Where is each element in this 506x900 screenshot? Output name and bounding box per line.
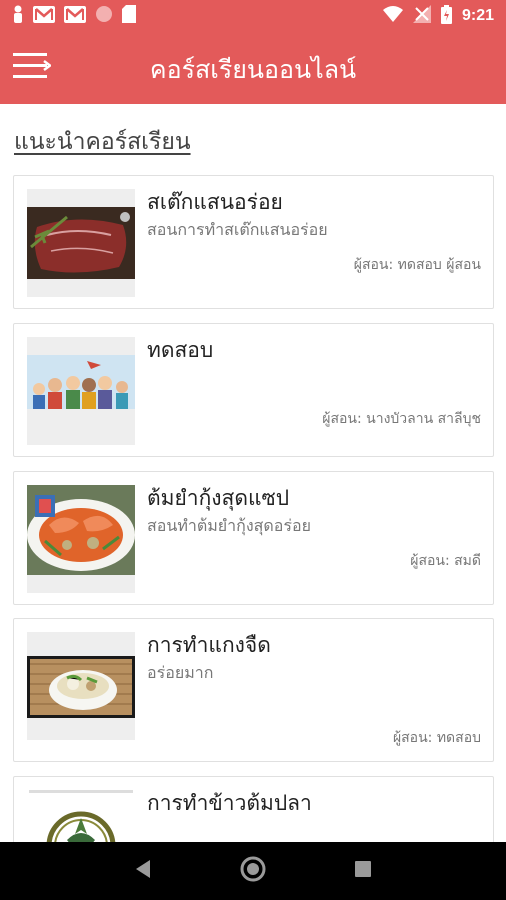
recents-icon[interactable]: [354, 860, 372, 882]
course-title: การทำแกงจืด: [147, 633, 271, 657]
back-icon[interactable]: [134, 859, 152, 883]
people-illustration-image: [27, 337, 135, 445]
course-title: ต้มยำกุ้งสุดแซป: [147, 486, 290, 510]
battery-icon: [440, 4, 452, 28]
system-nav-bar: [0, 842, 506, 900]
course-card[interactable]: ทดสอบ ผู้สอน: นางบัวลาน สาลีบุช: [13, 323, 494, 457]
sd-card-icon: [122, 5, 136, 27]
menu-icon: [13, 51, 53, 85]
clear-soup-image: [27, 632, 135, 740]
tom-yum-image: [27, 485, 135, 593]
course-subtitle: อร่อยมาก: [147, 663, 214, 682]
status-time: 9:21: [461, 7, 494, 24]
course-card[interactable]: การทำแกงจืด อร่อยมาก ผู้สอน: ทดสอบ: [13, 618, 494, 762]
wifi-icon: [382, 6, 403, 26]
course-title: สเต๊กแสนอร่อย: [147, 190, 283, 214]
menu-button[interactable]: [0, 32, 64, 104]
course-card[interactable]: ต้มยำกุ้งสุดแซป สอนทำต้มยำกุ้งสุดอร่อย ผ…: [13, 471, 494, 605]
emblem-image: [27, 790, 135, 842]
course-instructor: ผู้สอน: ทดสอบ: [392, 730, 481, 746]
course-subtitle: สอนการทำสเต๊กแสนอร่อย: [147, 220, 328, 239]
section-title: แนะนำคอร์สเรียน: [14, 129, 191, 155]
course-instructor: ผู้สอน: นางบัวลาน สาลีบุช: [322, 411, 481, 427]
course-title: ทดสอบ: [147, 338, 214, 362]
course-subtitle: สอนทำต้มยำกุ้งสุดอร่อย: [147, 516, 311, 535]
course-instructor: ผู้สอน: สมดี: [410, 553, 481, 569]
person-icon: [12, 5, 24, 27]
course-instructor: ผู้สอน: ทดสอบ ผู้สอน: [353, 257, 481, 273]
status-bar: 9:21: [0, 0, 506, 32]
circle-icon: [95, 5, 113, 27]
gmail-icon: [33, 5, 55, 27]
course-card[interactable]: สเต๊กแสนอร่อย สอนการทำสเต๊กแสนอร่อย ผู้ส…: [13, 175, 494, 309]
steak-image: [27, 189, 135, 297]
course-list-screen[interactable]: แนะนำคอร์สเรียน สเต๊กแสนอร่อย สอนการทำสเ…: [0, 104, 506, 842]
app-title: คอร์สเรียนออนไลน์: [149, 55, 357, 84]
course-title: การทำข้าวต้มปลา: [147, 791, 312, 815]
gmail-icon: [64, 5, 86, 27]
app-bar: คอร์สเรียนออนไลน์: [0, 32, 506, 104]
home-icon[interactable]: [240, 856, 266, 886]
signal-icon: [412, 5, 431, 27]
course-card[interactable]: การทำข้าวต้มปลา: [13, 776, 494, 842]
